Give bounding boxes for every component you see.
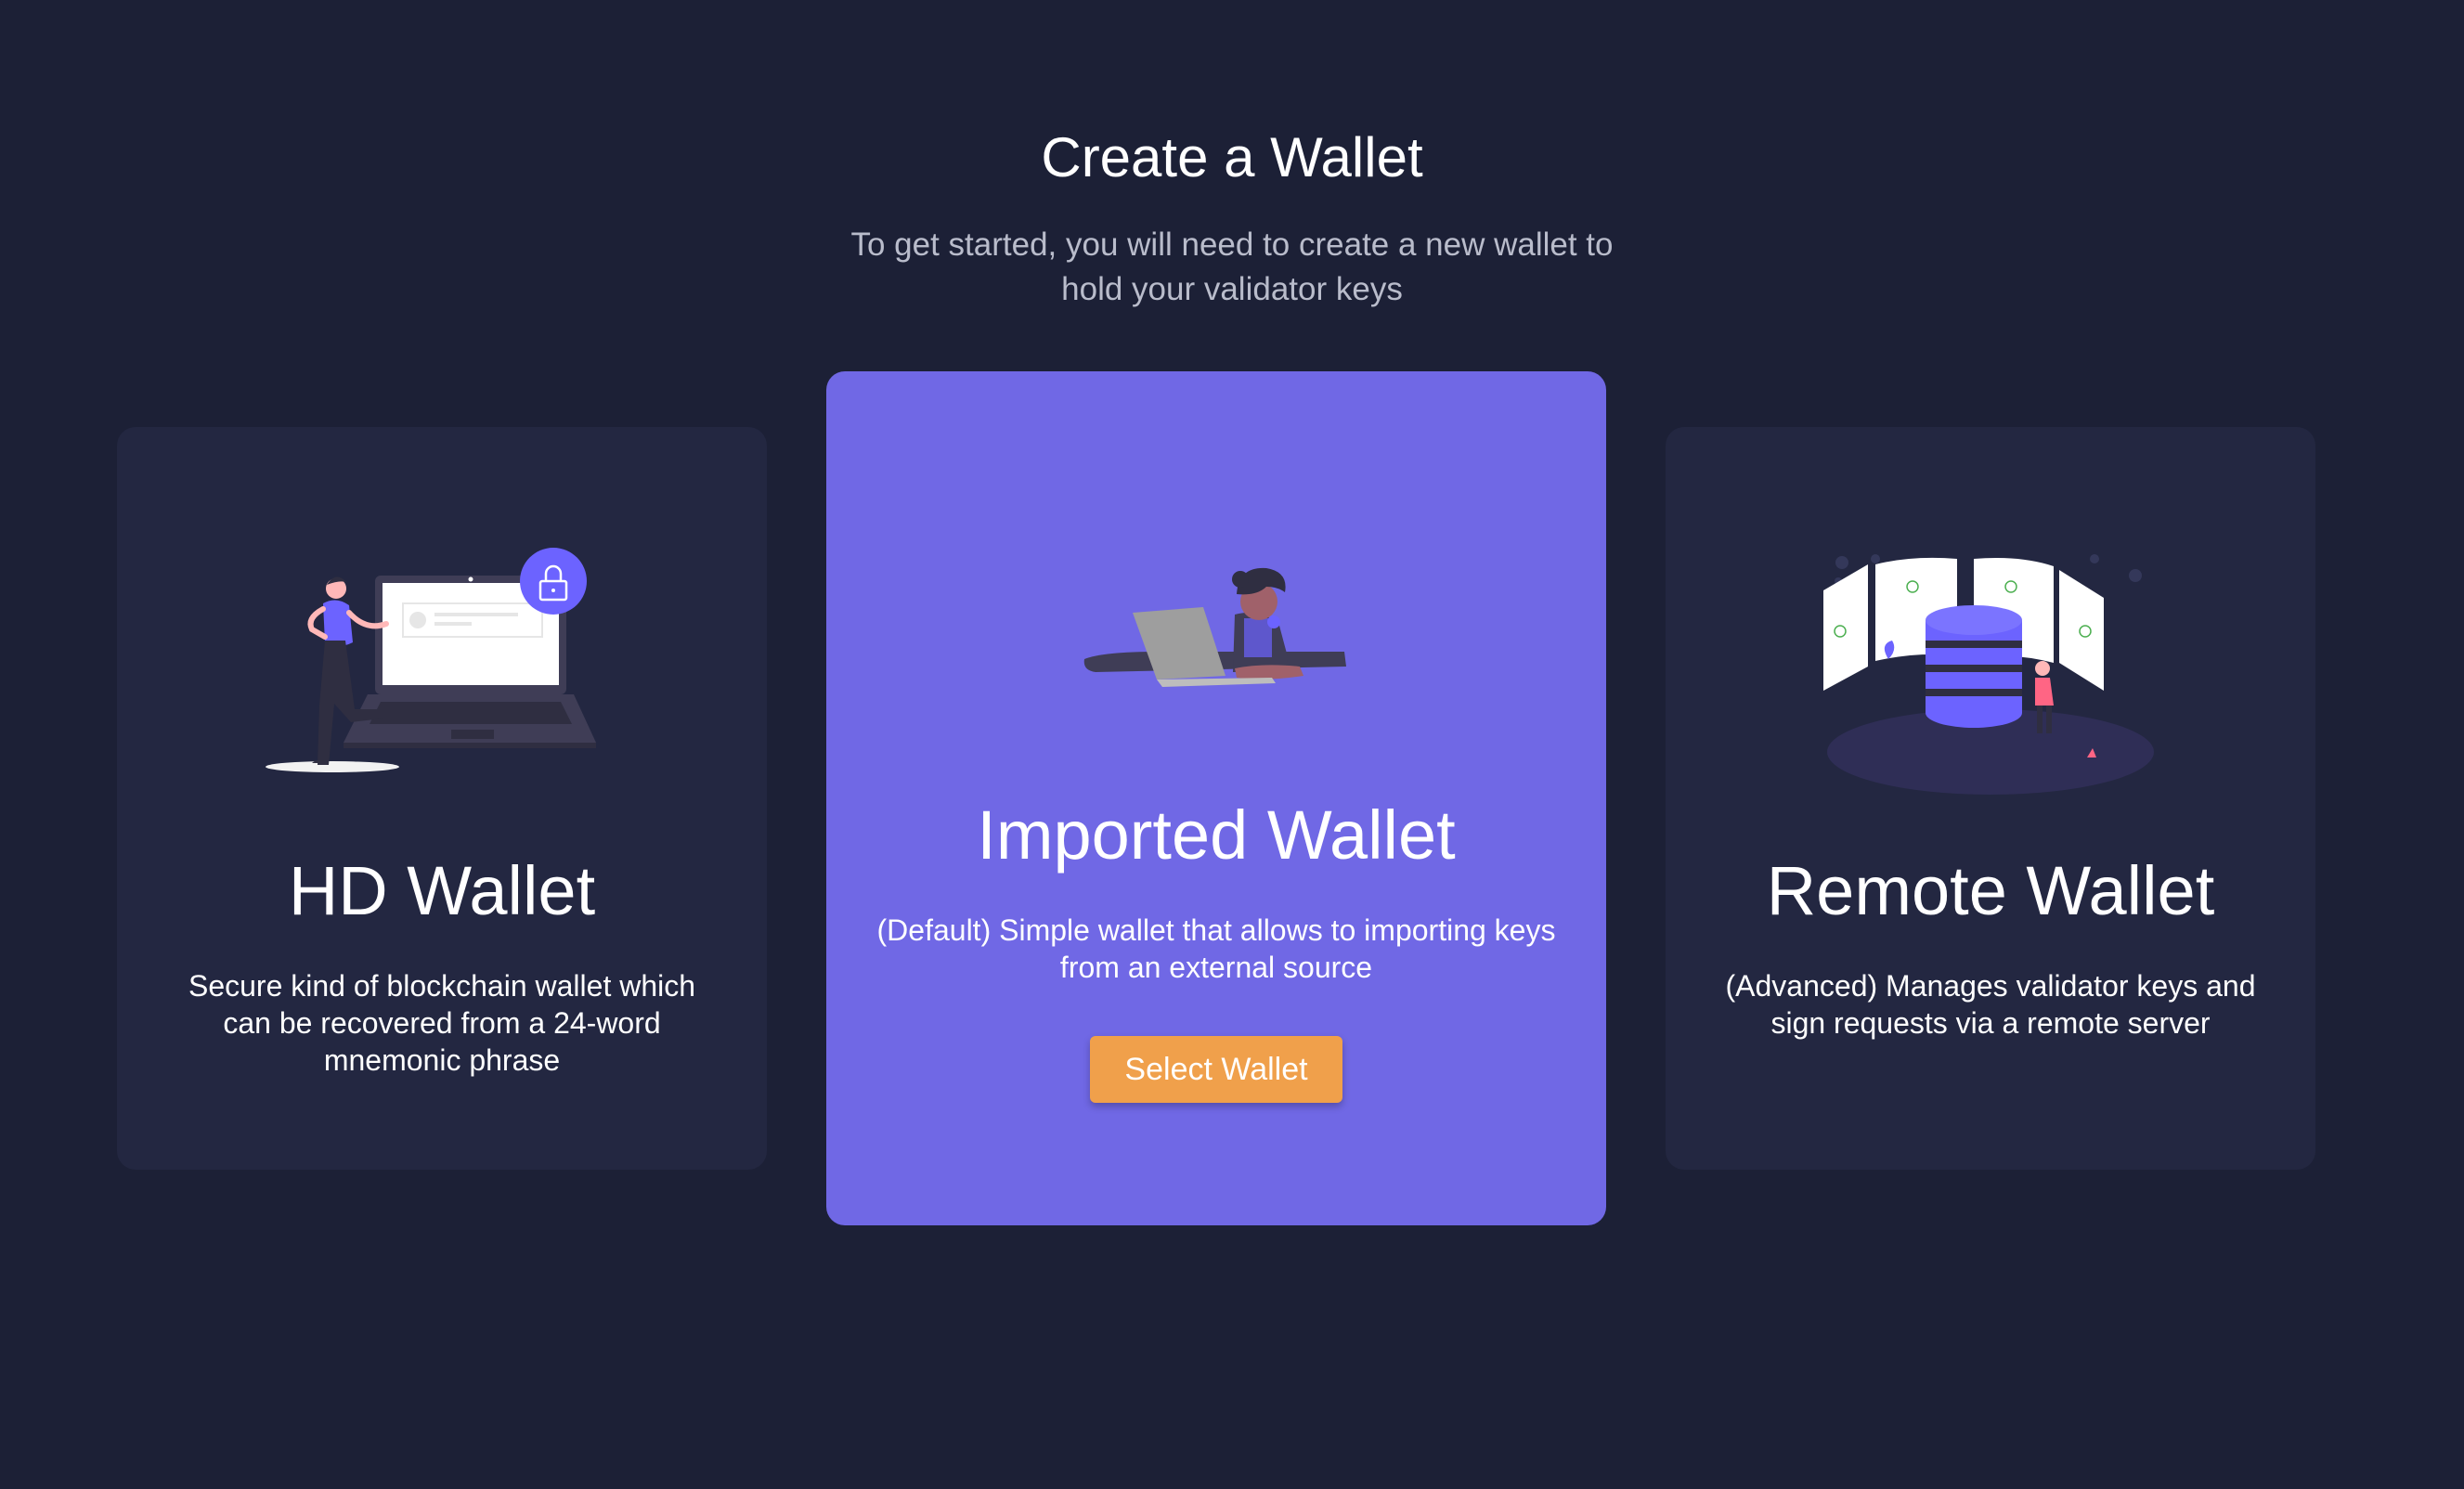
select-wallet-button[interactable]: Select Wallet bbox=[1090, 1036, 1342, 1103]
imported-wallet-card[interactable]: Imported Wallet (Default) Simple wallet … bbox=[826, 371, 1606, 1225]
card-title: Remote Wallet bbox=[1766, 852, 2215, 929]
card-description: Secure kind of blockchain wallet which c… bbox=[188, 969, 696, 1077]
card-title: HD Wallet bbox=[288, 852, 596, 929]
card-description: (Default) Simple wallet that allows to i… bbox=[876, 913, 1556, 984]
hd-wallet-card[interactable]: HD Wallet Secure kind of blockchain wall… bbox=[117, 427, 767, 1170]
card-description: (Advanced) Manages validator keys and si… bbox=[1725, 969, 2256, 1040]
page-subtitle: To get started, you will need to create … bbox=[850, 227, 1614, 307]
card-title: Imported Wallet bbox=[977, 796, 1456, 874]
page-title: Create a Wallet bbox=[1041, 126, 1423, 188]
laptop-lock-illustration bbox=[266, 548, 618, 794]
server-database-illustration bbox=[1814, 548, 2167, 812]
remote-wallet-card[interactable]: Remote Wallet (Advanced) Manages validat… bbox=[1666, 427, 2315, 1170]
page-header: Create a Wallet To get started, you will… bbox=[0, 121, 2464, 312]
person-laptop-illustration bbox=[1077, 557, 1355, 719]
